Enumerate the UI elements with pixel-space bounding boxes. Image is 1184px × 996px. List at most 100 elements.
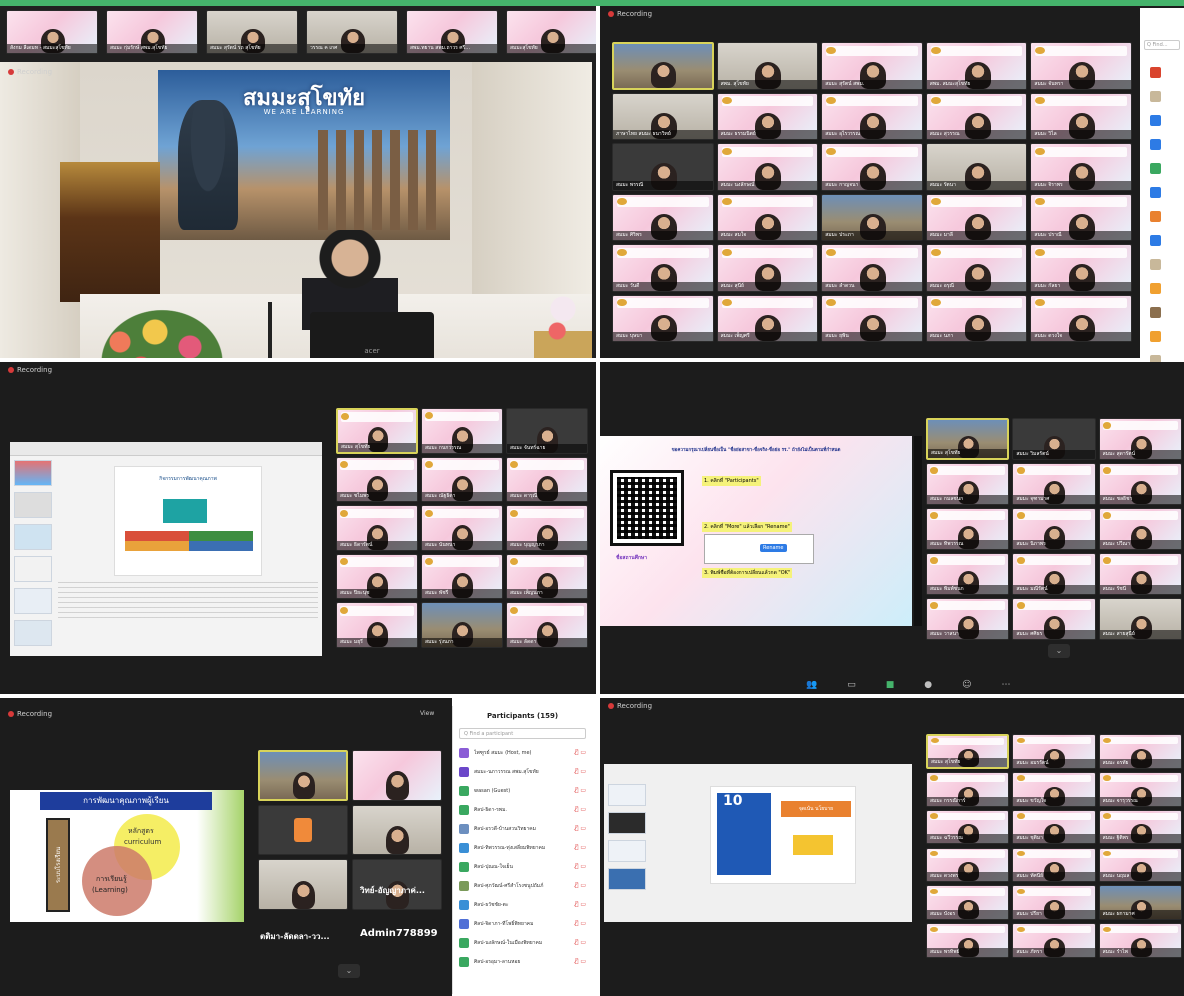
participant-tile[interactable]: สมมะ สุรัตน์ สพม. [821, 42, 923, 90]
participant-tile[interactable]: สมมะ บุญญาภา [506, 505, 588, 551]
participant-tile[interactable]: สมมะ สุโขทัย [336, 408, 418, 454]
participant-tile[interactable]: สมมะ กนกวรรณ [421, 408, 503, 454]
slide-thumb[interactable] [608, 868, 646, 890]
participant-tile[interactable]: สมมะ พรรณี [612, 143, 714, 191]
record-button-icon[interactable]: ● [924, 680, 932, 690]
participant-tile[interactable]: สมมะ ณัฐธิดา [421, 456, 503, 503]
participant-row[interactable]: ศิลป-อรอุมา-ลานหอย 🎙̸ ▭ [453, 952, 592, 971]
participant-tile[interactable]: สมมะ จันทรา [1030, 42, 1132, 90]
participant-row[interactable]: ศิลป-ธิดา-รพม. 🎙̸ ▭ [453, 800, 592, 819]
participant-row[interactable]: ไพฑูรย์ สมมะ (Host, me) 🎙̸ ▭ [453, 743, 592, 762]
muted-mic-icon[interactable]: 🎙̸ ▭ [575, 844, 586, 851]
participant-tile[interactable]: สมมะ สุวรรณ [925, 92, 1028, 140]
side-list-item[interactable] [1140, 156, 1184, 180]
participant-tile[interactable]: สังกม ลีเดมท - สมมะสุโขทัย [6, 10, 98, 54]
slide-thumb[interactable] [14, 620, 52, 646]
slide-thumb[interactable] [14, 460, 52, 486]
participant-tile[interactable]: สมมะ มาลี [925, 193, 1028, 241]
side-list-item[interactable] [1140, 60, 1184, 84]
participant-tile[interactable]: สมมะ ภัทรา [1012, 923, 1096, 958]
participant-tile[interactable]: สมมะ ปวีณา [1098, 508, 1182, 550]
participant-tile[interactable]: สพม.ทยาน สพม.ถาวร ศรี... [406, 10, 498, 54]
participant-tile[interactable]: สมมะ ลัดดา [506, 602, 588, 648]
side-search-input[interactable]: Q Find... [1144, 40, 1180, 50]
participant-tile[interactable]: สมมะ วิมลรัตน์ [1012, 418, 1096, 460]
participant-tile[interactable]: สมมะ บุษบา [612, 294, 714, 342]
participant-tile[interactable]: สมมะ ดวงพร [926, 847, 1010, 883]
participant-tile[interactable]: สมมะ ผกามาศ [1098, 885, 1182, 921]
slide-thumb[interactable] [608, 840, 646, 862]
shared-screen[interactable]: ขอความกรุณาเปลี่ยนชื่อเป็น "ชื่อย่อสาขา-… [600, 436, 912, 626]
participant-tile[interactable]: สมมะ ปรียา [1012, 885, 1096, 921]
participant-tile[interactable]: สมมะ รัชนี [1098, 553, 1182, 595]
participant-tile[interactable]: สมมะ ประภา [821, 193, 923, 241]
participant-tile[interactable]: สมมะสุโขทัย [506, 10, 596, 54]
chevron-down-icon[interactable]: ⌄ [1048, 644, 1070, 658]
participant-tile[interactable]: สมมะ สุนีย์ [716, 244, 819, 292]
participant-tile[interactable]: สมมะ มยุรี [336, 602, 418, 648]
participant-tile[interactable]: สมมะ อรุณี [925, 244, 1028, 292]
participant-tile[interactable]: สมมะ วาสนา [926, 598, 1010, 640]
participant-tile[interactable]: สมมะ นงลักษณ์ [716, 143, 819, 191]
muted-mic-icon[interactable]: 🎙̸ ▭ [575, 825, 586, 832]
share-screen-icon[interactable]: ■ [886, 680, 895, 690]
participant-tile[interactable]: สมมะ ศิริพร [612, 193, 714, 241]
participant-tile[interactable]: สมมะ ทิพวรรณ [926, 508, 1010, 550]
muted-mic-icon[interactable]: 🎙̸ ▭ [575, 863, 586, 870]
participant-tile[interactable]: สมมะ ชลธิชา [1098, 463, 1182, 505]
shared-screen[interactable]: กิจกรรมการพัฒนาคุณภาพ [10, 442, 322, 656]
participant-tile[interactable]: สมมะ นิภาพร [1012, 508, 1096, 550]
participant-tile[interactable]: สมมะ ดารุณี [506, 456, 588, 503]
participant-tile[interactable]: สมมะ สุดารัตน์ [1098, 418, 1182, 460]
participant-tile[interactable]: สมมะ กัลยา [1030, 244, 1132, 292]
participant-tile[interactable]: สมมะ ธิดารัตน์ [336, 505, 418, 551]
participant-tile[interactable]: สมมะ พิมพ์ชนก [926, 553, 1010, 595]
muted-mic-icon[interactable]: 🎙̸ ▭ [575, 920, 586, 927]
participant-tile[interactable] [352, 750, 442, 801]
participant-tile[interactable] [612, 42, 714, 90]
slide-thumb[interactable] [608, 812, 646, 834]
participant-tile[interactable] [258, 750, 348, 801]
participant-row[interactable]: ศิลป-ธวัชชัย-ตะ 🎙̸ ▭ [453, 895, 592, 914]
participant-tile[interactable]: สมมะ สุรัตน์ รถ สุโขทัย [206, 10, 298, 54]
participant-tile[interactable]: สมมะ อมรรัตน์ [1012, 734, 1096, 769]
side-list-item[interactable] [1140, 276, 1184, 300]
participant-tile[interactable]: สมมะ พัชรี [421, 553, 503, 600]
participant-tile[interactable]: สมมะ ชไมพร [336, 456, 418, 503]
participant-tile[interactable]: สมมะ ศศิธร [1012, 598, 1096, 640]
participant-tile[interactable]: ภาษาไทย สมมะ ธนาวิทย์ [612, 92, 714, 140]
participant-tile[interactable]: สมมะ ดวงใจ [1030, 294, 1132, 342]
muted-mic-icon[interactable]: 🎙̸ ▭ [575, 901, 586, 908]
participant-row[interactable]: ศิลป-นงลักษณ์-ในเมืองพิทยาคม 🎙̸ ▭ [453, 933, 592, 952]
participant-tile[interactable]: สมมะ ปราณี [1030, 193, 1132, 241]
participant-tile[interactable] [258, 804, 348, 856]
muted-mic-icon[interactable]: 🎙̸ ▭ [575, 882, 586, 889]
participant-tile[interactable]: สมมะ สายสุนีย์ [1098, 598, 1182, 640]
side-list-item[interactable] [1140, 84, 1184, 108]
participant-tile[interactable]: สมมะ บังอร [926, 885, 1010, 921]
slide-thumb[interactable] [608, 784, 646, 806]
view-button[interactable]: View [420, 710, 434, 717]
participant-tile[interactable]: สมมะ รำไพ [1098, 923, 1182, 958]
participant-tile[interactable]: สมมะ กุ่มรักษ์ สพม.สุโขทัย [106, 10, 198, 54]
participant-tile[interactable]: สมมะ วันดี [612, 244, 714, 292]
muted-mic-icon[interactable]: 🎙̸ ▭ [575, 939, 586, 946]
participant-tile[interactable]: สมมะ สุโขทัย [926, 734, 1010, 769]
participant-tile[interactable]: สมมะ พรทิพย์ [926, 923, 1010, 958]
slide-scrollbar[interactable] [914, 436, 922, 626]
shared-screen[interactable]: การพัฒนาคุณภาพผู้เรียน ระบบโรงเรียน หลัก… [10, 790, 244, 922]
side-list-item[interactable] [1140, 324, 1184, 348]
participant-tile[interactable]: สมมะ สุโขทัย [926, 418, 1010, 460]
participant-tile[interactable]: สมมะ เพ็ญศรี [716, 294, 819, 342]
participant-tile[interactable]: สพม. สมมะสุโขทัย [925, 42, 1028, 90]
slide-thumb[interactable] [14, 588, 52, 614]
participant-tile[interactable]: สพม. สุโขทัย [716, 42, 819, 90]
side-list-item[interactable] [1140, 108, 1184, 132]
participant-tile[interactable] [352, 804, 442, 856]
participant-tile[interactable]: สมมะ นภา [925, 294, 1028, 342]
participant-tile[interactable]: สมมะ กมลชนก [926, 463, 1010, 505]
participant-row[interactable]: ศิลป-ศุภวัฒน์-ศรีสำโรงชนูปถัมภ์ 🎙̸ ▭ [453, 876, 592, 895]
participant-tile[interactable]: สมมะ ลำดวน [821, 244, 923, 292]
participant-tile[interactable]: สมมะ รัตนา [925, 143, 1028, 191]
participant-tile[interactable]: สมมะ กาญจนา [821, 143, 923, 191]
